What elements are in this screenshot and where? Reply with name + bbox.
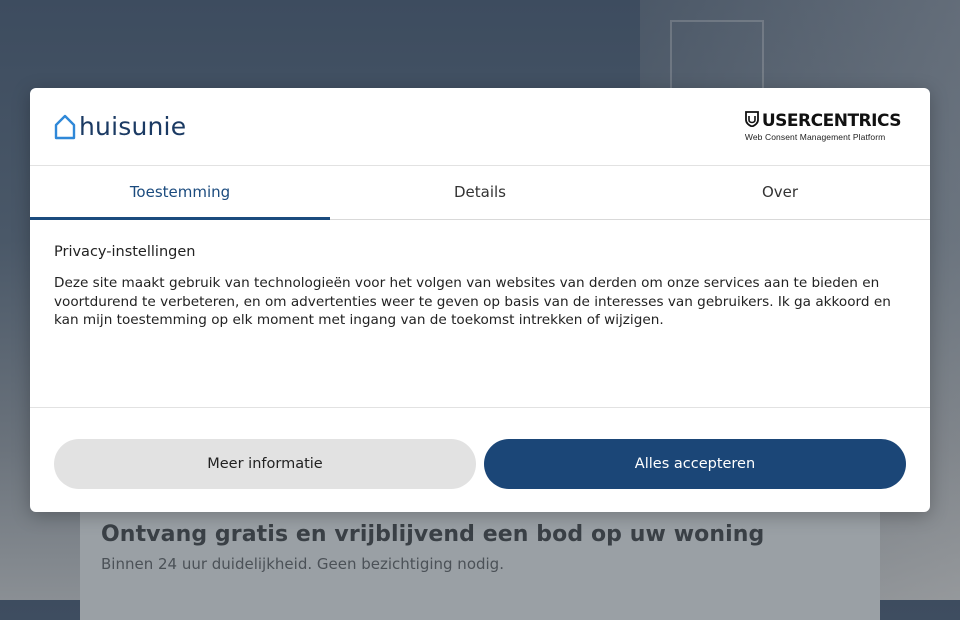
section-title: Privacy-instellingen: [54, 244, 196, 260]
brand-name: huisunie: [79, 112, 187, 141]
shield-icon: [744, 111, 759, 131]
house-icon: [54, 114, 76, 140]
consent-content: Privacy-instellingen Deze site maakt geb…: [30, 220, 930, 408]
consent-dialog: huisunie USERCENTRICS Web Consent Manage…: [30, 88, 930, 512]
consent-text: Deze site maakt gebruik van technologieë…: [54, 275, 891, 328]
tab-toestemming[interactable]: Toestemming: [30, 166, 330, 220]
dialog-footer: Meer informatie Alles accepteren: [30, 408, 930, 489]
tab-bar: Toestemming Details Over: [30, 166, 930, 220]
provider-name: USERCENTRICS: [761, 111, 902, 131]
tab-details[interactable]: Details: [330, 166, 630, 219]
more-info-button[interactable]: Meer informatie: [54, 439, 476, 489]
dialog-header: huisunie USERCENTRICS Web Consent Manage…: [30, 88, 930, 166]
tab-over[interactable]: Over: [630, 166, 930, 219]
provider-tagline: Web Consent Management Platform: [744, 132, 886, 142]
brand-logo: huisunie: [54, 112, 186, 142]
provider-logo: USERCENTRICS Web Consent Management Plat…: [744, 111, 902, 142]
accept-all-button[interactable]: Alles accepteren: [484, 439, 906, 489]
